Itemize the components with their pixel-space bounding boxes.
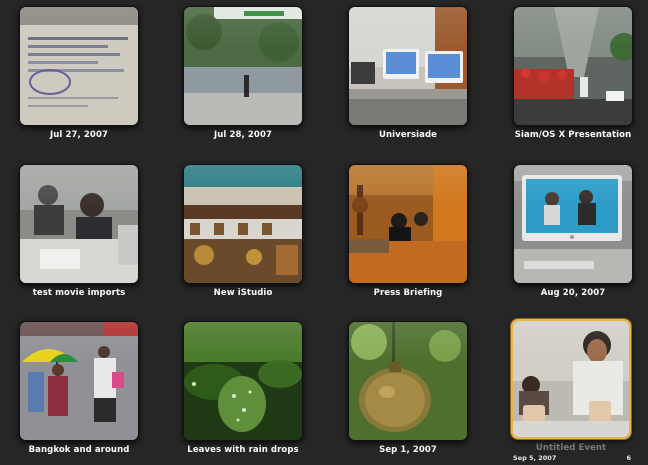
event-photo-count: 6 [626, 454, 631, 462]
event-thumbnail[interactable] [183, 321, 303, 441]
event-leaves-with-rain-drops[interactable]: Leaves with rain drops [183, 321, 303, 455]
event-untitled-event[interactable]: Untitled Event Sep 5, 2007 6 [511, 319, 631, 464]
event-thumbnail[interactable] [183, 164, 303, 284]
event-sep-1-2007[interactable]: Sep 1, 2007 [348, 321, 468, 455]
event-thumbnail[interactable] [513, 164, 633, 284]
event-jul-27-2007[interactable]: Jul 27, 2007 [19, 6, 139, 140]
event-siam-os-x-presentation[interactable]: Siam/OS X Presentation [513, 6, 633, 140]
event-thumbnail[interactable] [513, 6, 633, 126]
event-aug-20-2007[interactable]: Aug 20, 2007 [513, 164, 633, 298]
event-title: Jul 28, 2007 [214, 130, 272, 140]
event-test-movie-imports[interactable]: test movie imports [19, 164, 139, 298]
event-universiade[interactable]: Universiade [348, 6, 468, 140]
event-date: Sep 5, 2007 [513, 454, 557, 462]
event-thumbnail[interactable] [19, 321, 139, 441]
event-jul-28-2007[interactable]: Jul 28, 2007 [183, 6, 303, 140]
event-thumbnail[interactable] [348, 164, 468, 284]
event-thumbnail[interactable] [511, 319, 631, 439]
event-thumbnail[interactable] [183, 6, 303, 126]
event-title: Sep 1, 2007 [379, 445, 437, 455]
event-new-istudio[interactable]: New iStudio [183, 164, 303, 298]
event-bangkok-and-around[interactable]: Bangkok and around [19, 321, 139, 455]
event-title: test movie imports [32, 288, 126, 298]
event-thumbnail[interactable] [348, 321, 468, 441]
event-title: Aug 20, 2007 [540, 288, 606, 298]
events-grid: Jul 27, 2007 Jul 28, 2007 Universiade Si… [0, 0, 648, 465]
event-title: New iStudio [213, 288, 273, 298]
event-thumbnail[interactable] [19, 6, 139, 126]
event-title: Siam/OS X Presentation [514, 130, 632, 140]
event-meta: Sep 5, 2007 6 [511, 454, 631, 464]
event-press-briefing[interactable]: Press Briefing [348, 164, 468, 298]
event-title: Press Briefing [373, 288, 443, 298]
event-title: Untitled Event [535, 443, 607, 453]
event-title: Leaves with rain drops [187, 445, 299, 455]
event-title: Jul 27, 2007 [50, 130, 108, 140]
event-title: Bangkok and around [28, 445, 130, 455]
event-title: Universiade [378, 130, 438, 140]
event-thumbnail[interactable] [348, 6, 468, 126]
event-thumbnail[interactable] [19, 164, 139, 284]
